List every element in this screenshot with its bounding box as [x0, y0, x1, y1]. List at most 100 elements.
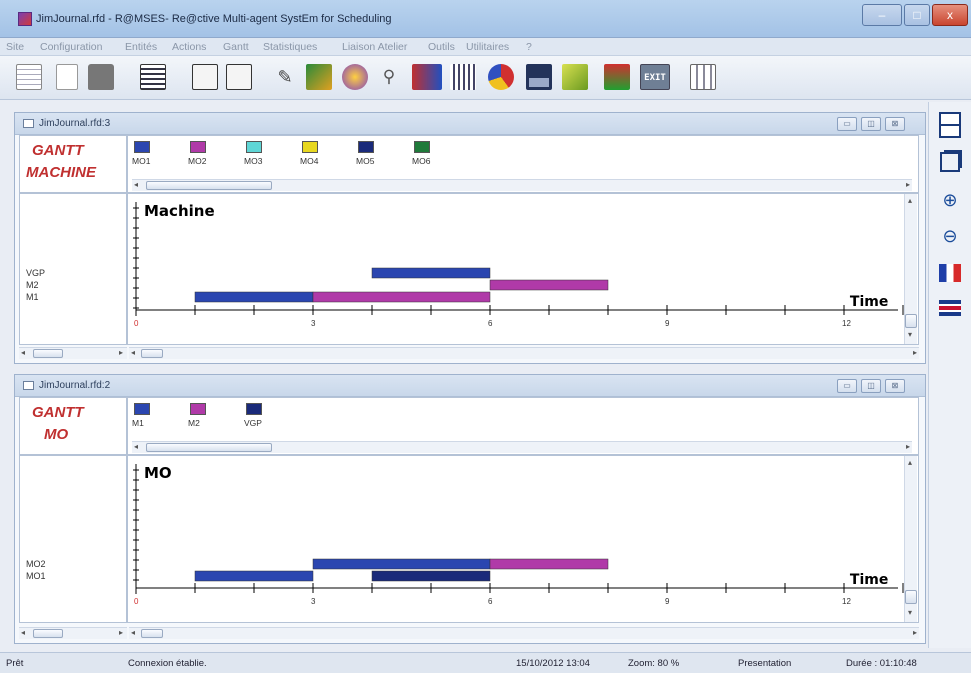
menu-configuration[interactable]: Configuration — [40, 41, 102, 53]
menu-entites[interactable]: Entités — [125, 41, 157, 53]
gantt-bar[interactable] — [194, 570, 314, 582]
labels-scrollbar[interactable]: ◂ ▸ — [19, 347, 127, 359]
folder-icon[interactable] — [88, 64, 114, 90]
status-mode: Presentation — [738, 658, 792, 669]
gantt-bar[interactable] — [489, 279, 609, 291]
scroll-right-icon[interactable]: ▸ — [119, 348, 123, 357]
scroll-left-icon[interactable]: ◂ — [21, 348, 25, 357]
child-maximize-button[interactable]: ◫ — [861, 379, 881, 393]
robot-arm-icon[interactable] — [306, 64, 332, 90]
zoom-in-icon[interactable]: ⊕ — [938, 188, 962, 212]
x-tick-label: 6 — [488, 597, 493, 606]
plot-scrollbar[interactable]: ◂ ▸ — [129, 347, 919, 359]
minimize-button[interactable]: ‒ — [862, 4, 902, 26]
chart-title: Machine — [144, 202, 215, 220]
legend-label: MO5 — [356, 156, 375, 166]
menu-gantt[interactable]: Gantt — [223, 41, 249, 53]
scroll-up-icon[interactable]: ▴ — [908, 196, 912, 205]
gantt-label: GANTT — [32, 404, 84, 421]
scroll-down-icon[interactable]: ▾ — [908, 330, 912, 339]
scroll-left-icon[interactable]: ◂ — [21, 628, 25, 637]
scroll-up-icon[interactable]: ▴ — [908, 458, 912, 467]
status-state: Prêt — [6, 658, 24, 669]
gantt-bar[interactable] — [312, 558, 491, 570]
scroll-right-icon[interactable]: ▸ — [913, 348, 917, 357]
x-tick-label: 3 — [311, 319, 316, 328]
tools-icon[interactable] — [450, 64, 476, 90]
scroll-left-icon[interactable]: ◂ — [134, 180, 138, 189]
child-minimize-button[interactable]: ▭ — [837, 379, 857, 393]
x-tick-label: 0 — [134, 319, 139, 328]
scroll-thumb[interactable] — [146, 443, 272, 452]
window-title: JimJournal.rfd - R@MSES- Re@ctive Multi-… — [36, 13, 392, 25]
network-icon[interactable] — [16, 64, 42, 90]
legend-label: MO3 — [244, 156, 263, 166]
scroll-down-icon[interactable]: ▾ — [908, 608, 912, 617]
scroll-thumb[interactable] — [146, 181, 272, 190]
gear-search-icon[interactable] — [342, 64, 368, 90]
scroll-thumb[interactable] — [33, 349, 63, 358]
people-icon[interactable] — [412, 64, 442, 90]
exit-icon[interactable]: EXIT — [640, 64, 670, 90]
close-button[interactable]: x — [932, 4, 968, 26]
scroll-left-icon[interactable]: ◂ — [131, 628, 135, 637]
menu-help[interactable]: ? — [526, 41, 532, 53]
child-close-button[interactable]: ⊠ — [885, 379, 905, 393]
menu-utilitaires[interactable]: Utilitaires — [466, 41, 509, 53]
new-file-icon[interactable] — [56, 64, 78, 90]
gantt-bar[interactable] — [312, 291, 491, 303]
move-up-icon[interactable] — [192, 64, 218, 90]
menu-liaison-atelier[interactable]: Liaison Atelier — [342, 41, 407, 53]
labels-scrollbar[interactable]: ◂ ▸ — [19, 627, 127, 639]
gantt-bar[interactable] — [371, 570, 491, 582]
scroll-right-icon[interactable]: ▸ — [906, 442, 910, 451]
gantt-bar[interactable] — [489, 558, 609, 570]
child-close-button[interactable]: ⊠ — [885, 117, 905, 131]
plot-vertical-scrollbar[interactable]: ▴ ▾ — [904, 194, 917, 344]
menu-statistiques[interactable]: Statistiques — [263, 41, 317, 53]
scroll-thumb[interactable] — [141, 629, 163, 638]
scroll-left-icon[interactable]: ◂ — [134, 442, 138, 451]
scroll-right-icon[interactable]: ▸ — [913, 628, 917, 637]
menu-actions[interactable]: Actions — [172, 41, 206, 53]
tile-horizontal-icon[interactable] — [939, 112, 961, 138]
zoom-out-icon[interactable]: ⊖ — [938, 224, 962, 248]
vertical-scroll-thumb[interactable] — [905, 314, 917, 328]
x-tick-label: 9 — [665, 597, 670, 606]
vertical-scroll-thumb[interactable] — [905, 590, 917, 604]
child-minimize-button[interactable]: ▭ — [837, 117, 857, 131]
scroll-right-icon[interactable]: ▸ — [906, 180, 910, 189]
plot-scrollbar[interactable]: ◂ ▸ — [129, 627, 919, 639]
cascade-windows-icon[interactable] — [940, 152, 960, 172]
menu-outils[interactable]: Outils — [428, 41, 455, 53]
legend-label: MO1 — [132, 156, 151, 166]
scroll-left-icon[interactable]: ◂ — [131, 348, 135, 357]
child-maximize-button[interactable]: ◫ — [861, 117, 881, 131]
pin-icon[interactable]: ⚲ — [376, 64, 402, 90]
scroll-right-icon[interactable]: ▸ — [119, 628, 123, 637]
chart-title: MO — [144, 464, 172, 482]
document-icon — [23, 119, 34, 128]
gantt-bar[interactable] — [194, 291, 314, 303]
french-flag-icon[interactable] — [939, 264, 961, 282]
legend-scrollbar[interactable]: ◂ ▸ — [132, 179, 912, 191]
bag-icon[interactable] — [562, 64, 588, 90]
scroll-thumb[interactable] — [33, 629, 63, 638]
gantt-bar[interactable] — [371, 267, 491, 279]
row-label: VGP — [26, 268, 46, 278]
pie-chart-icon[interactable] — [488, 64, 514, 90]
legend-label: M1 — [132, 418, 144, 428]
move-down-icon[interactable] — [226, 64, 252, 90]
save-icon[interactable] — [526, 64, 552, 90]
pen-icon[interactable]: ✎ — [272, 64, 298, 90]
legend-scrollbar[interactable]: ◂ ▸ — [132, 441, 912, 453]
grid-icon[interactable] — [690, 64, 716, 90]
list-icon[interactable] — [140, 64, 166, 90]
english-flag-icon[interactable] — [939, 300, 961, 316]
menu-site[interactable]: Site — [6, 41, 24, 53]
plot-vertical-scrollbar[interactable]: ▴ ▾ — [904, 456, 917, 622]
maximize-button[interactable]: □ — [904, 4, 930, 26]
legend-label: MO4 — [300, 156, 319, 166]
organization-icon[interactable] — [604, 64, 630, 90]
scroll-thumb[interactable] — [141, 349, 163, 358]
